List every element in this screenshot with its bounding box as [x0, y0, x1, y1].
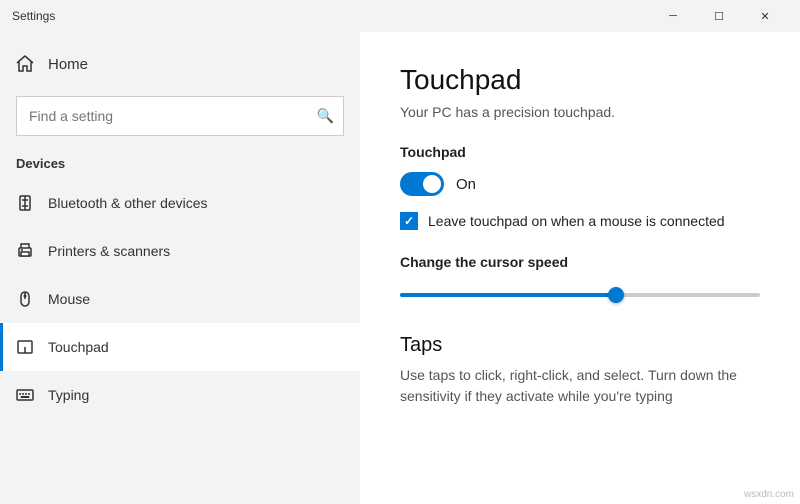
touchpad-toggle-row: On [400, 172, 760, 196]
titlebar-title: Settings [12, 9, 650, 23]
sidebar-item-bluetooth[interactable]: Bluetooth & other devices [0, 179, 360, 227]
printer-icon [16, 242, 34, 260]
titlebar: Settings ─ ☐ ✕ [0, 0, 800, 32]
sidebar-item-home[interactable]: Home [0, 40, 360, 88]
search-input[interactable] [16, 96, 344, 136]
cursor-speed-slider[interactable] [400, 284, 760, 306]
sidebar-item-label-printers: Printers & scanners [48, 243, 170, 259]
sidebar-home-label: Home [48, 56, 88, 73]
page-subtitle: Your PC has a precision touchpad. [400, 104, 760, 120]
toggle-label: On [456, 176, 476, 193]
minimize-button[interactable]: ─ [650, 0, 696, 32]
sidebar-item-typing[interactable]: Typing [0, 371, 360, 419]
sidebar: Home 🔍 Devices Bluetooth & other devices [0, 32, 360, 504]
sidebar-item-printers[interactable]: Printers & scanners [0, 227, 360, 275]
taps-description: Use taps to click, right-click, and sele… [400, 365, 760, 407]
sidebar-item-touchpad[interactable]: Touchpad [0, 323, 360, 371]
leave-touchpad-checkbox-row[interactable]: ✓ Leave touchpad on when a mouse is conn… [400, 212, 760, 230]
leave-touchpad-checkbox[interactable]: ✓ [400, 212, 418, 230]
watermark: wsxdn.com [744, 489, 794, 500]
page-title: Touchpad [400, 64, 760, 96]
bluetooth-icon [16, 194, 34, 212]
titlebar-controls: ─ ☐ ✕ [650, 0, 788, 32]
sidebar-item-label-bluetooth: Bluetooth & other devices [48, 195, 208, 211]
mouse-icon [16, 290, 34, 308]
touchpad-icon [16, 338, 34, 356]
main-layout: Home 🔍 Devices Bluetooth & other devices [0, 32, 800, 504]
sidebar-item-label-touchpad: Touchpad [48, 339, 109, 355]
slider-thumb[interactable] [608, 287, 624, 303]
search-box: 🔍 [16, 96, 344, 136]
home-icon [16, 55, 34, 73]
sidebar-item-label-typing: Typing [48, 387, 89, 403]
keyboard-icon [16, 386, 34, 404]
content-area: Touchpad Your PC has a precision touchpa… [360, 32, 800, 504]
checkbox-label: Leave touchpad on when a mouse is connec… [428, 213, 725, 229]
toggle-thumb [423, 175, 441, 193]
close-button[interactable]: ✕ [742, 0, 788, 32]
slider-section-label: Change the cursor speed [400, 254, 760, 270]
maximize-button[interactable]: ☐ [696, 0, 742, 32]
taps-title: Taps [400, 334, 760, 357]
touchpad-section-label: Touchpad [400, 144, 760, 160]
slider-fill [400, 293, 616, 297]
touchpad-toggle[interactable] [400, 172, 444, 196]
checkbox-checkmark: ✓ [404, 214, 414, 228]
search-icon: 🔍 [317, 108, 334, 125]
sidebar-section-label: Devices [0, 152, 360, 179]
sidebar-item-label-mouse: Mouse [48, 291, 90, 307]
sidebar-item-mouse[interactable]: Mouse [0, 275, 360, 323]
